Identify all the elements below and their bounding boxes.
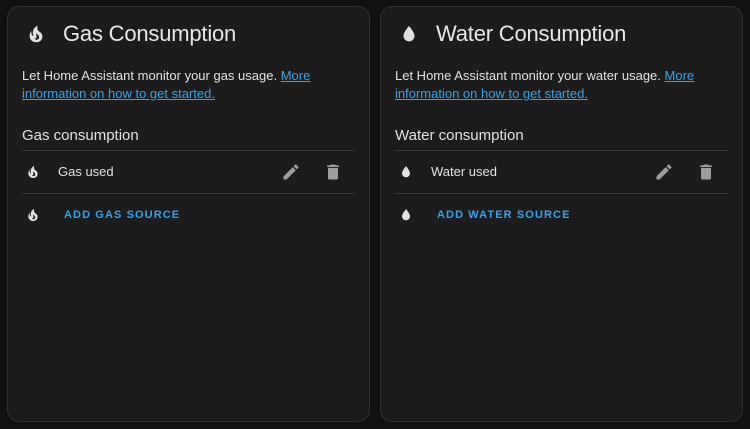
water-drop-icon	[398, 207, 414, 223]
card-title: Gas Consumption	[63, 21, 237, 46]
add-gas-source-row[interactable]: ADD GAS SOURCE	[22, 193, 355, 237]
add-water-source-row[interactable]: ADD WATER SOURCE	[395, 193, 728, 237]
card-description: Let Home Assistant monitor your water us…	[395, 67, 728, 103]
add-gas-source-button[interactable]: ADD GAS SOURCE	[64, 207, 180, 223]
water-card-header: Water Consumption	[381, 7, 742, 59]
section-title: Gas consumption	[22, 127, 139, 144]
source-label: Gas used	[58, 164, 114, 179]
gas-card-header: Gas Consumption	[8, 7, 369, 59]
card-title: Water Consumption	[436, 21, 627, 46]
description-text: Let Home Assistant monitor your gas usag…	[22, 68, 278, 83]
fire-icon	[25, 23, 47, 45]
delete-trash-icon[interactable]	[323, 162, 343, 182]
section-title: Water consumption	[395, 127, 524, 144]
source-label: Water used	[431, 164, 497, 179]
fire-icon	[25, 207, 41, 223]
water-drop-icon	[398, 164, 414, 180]
delete-trash-icon[interactable]	[696, 162, 716, 182]
gas-consumption-card: Gas Consumption Let Home Assistant monit…	[7, 6, 370, 422]
description-text: Let Home Assistant monitor your water us…	[395, 68, 661, 83]
fire-icon	[25, 164, 41, 180]
add-water-source-button[interactable]: ADD WATER SOURCE	[437, 207, 571, 223]
water-consumption-card: Water Consumption Let Home Assistant mon…	[380, 6, 743, 422]
edit-pencil-icon[interactable]	[654, 162, 674, 182]
source-row-gas-used: Gas used	[22, 150, 355, 194]
source-row-water-used: Water used	[395, 150, 728, 194]
edit-pencil-icon[interactable]	[281, 162, 301, 182]
card-description: Let Home Assistant monitor your gas usag…	[22, 67, 355, 103]
water-drop-icon	[398, 23, 420, 45]
